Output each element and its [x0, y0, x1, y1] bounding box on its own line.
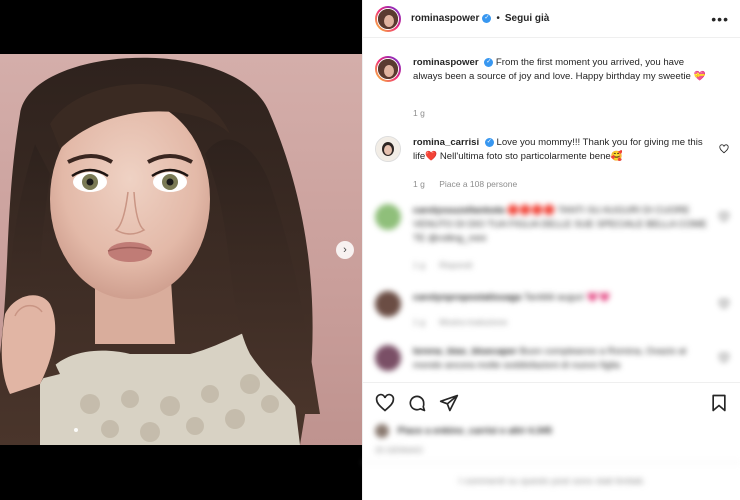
action-bar — [363, 382, 740, 422]
caption-meta: 1 g — [413, 108, 437, 118]
comment-username[interactable]: carolyssuzellantoda — [413, 205, 505, 216]
heart-icon[interactable] — [719, 299, 729, 309]
next-photo-button[interactable]: › — [336, 241, 354, 259]
verified-badge-icon: ✓ — [484, 137, 494, 147]
likes-text: Piace a enkino_carrisi e altri 4.345 — [397, 425, 552, 437]
liker-avatar — [375, 424, 389, 438]
comment-time: 1 g — [413, 260, 425, 270]
portrait-illustration — [0, 57, 320, 445]
post-sidebar: rominaspower ✓ • Segui già ••• rominaspo… — [362, 0, 740, 500]
commenter-avatar[interactable] — [375, 204, 401, 230]
comment-reply[interactable]: Rispondi — [439, 260, 472, 270]
comment-username[interactable]: lorena_bias_bluecaper — [413, 346, 517, 357]
avatar-image — [376, 137, 400, 161]
comment-item: carolyssuzellantoda 🔴🔴🔴🔴 TANTI SU AUGURI… — [375, 204, 729, 274]
comment-icon[interactable] — [407, 393, 427, 413]
post-date: 25 GENNAIO — [375, 446, 424, 455]
comment-meta: 1 g Rispondi — [413, 260, 484, 270]
chevron-right-icon: › — [343, 243, 347, 256]
author-username[interactable]: rominaspower — [411, 13, 479, 24]
comment-item: lorena_bias_bluecaper Buon compleanno a … — [375, 345, 729, 380]
comment-text: Tantiiiiii auguri 💗💗 — [523, 292, 611, 303]
comment-meta: 1 g Piace a 108 persone — [413, 179, 529, 189]
carousel-dot — [74, 428, 78, 432]
header-separator: • — [496, 13, 500, 24]
comment-body: romina_carrisi ✓ Love you mommy!!! Thank… — [413, 136, 713, 164]
comments-list[interactable]: rominaspower ✓ From the first moment you… — [363, 39, 740, 380]
comments-limited-notice: I commenti su questo post sono stati lim… — [363, 462, 740, 500]
heart-icon[interactable] — [719, 353, 729, 363]
commenter-avatar[interactable] — [375, 136, 401, 162]
more-horizontal-icon[interactable]: ••• — [711, 11, 729, 27]
post-caption: rominaspower ✓ From the first moment you… — [375, 56, 729, 126]
comment-meta: 1 g Mostra traduzione — [413, 317, 519, 327]
post-header: rominaspower ✓ • Segui già ••• — [363, 0, 740, 38]
avatar-image — [378, 8, 398, 29]
commenter-avatar[interactable] — [375, 345, 401, 371]
verified-badge-icon: ✓ — [482, 14, 492, 23]
comment-translate[interactable]: Mostra traduzione — [439, 317, 507, 327]
comment-time: 1 g — [413, 317, 425, 327]
commenter-avatar[interactable] — [375, 291, 401, 317]
comment-item: romina_carrisi ✓ Love you mommy!!! Thank… — [375, 136, 729, 196]
comment-body: carolyssuzellantoda 🔴🔴🔴🔴 TANTI SU AUGURI… — [413, 204, 713, 246]
comment-body: lorena_bias_bluecaper Buon compleanno a … — [413, 345, 713, 373]
instagram-post-modal: › rominaspower ✓ • Segui già ••• rominas… — [0, 0, 740, 500]
avatar-image — [378, 59, 398, 79]
comment-likes[interactable]: Piace a 108 persone — [439, 179, 517, 189]
heart-icon[interactable] — [719, 212, 729, 222]
caption-avatar[interactable] — [375, 56, 401, 82]
heart-icon[interactable] — [719, 144, 729, 154]
post-photo[interactable] — [0, 54, 362, 445]
comment-body: carolynpropostatissaga Tantiiiiii auguri… — [413, 291, 713, 305]
heart-icon[interactable] — [375, 393, 395, 413]
comment-username[interactable]: romina_carrisi — [413, 137, 479, 148]
likes-summary[interactable]: Piace a enkino_carrisi e altri 4.345 — [375, 424, 675, 440]
caption-body: rominaspower ✓ From the first moment you… — [413, 56, 713, 84]
comment-time: 1 g — [413, 179, 425, 189]
following-button[interactable]: Segui già — [505, 13, 549, 24]
verified-badge-icon: ✓ — [484, 57, 494, 67]
caption-username[interactable]: rominaspower — [413, 57, 479, 68]
comment-item: carolynpropostatissaga Tantiiiiii auguri… — [375, 291, 729, 331]
bookmark-icon[interactable] — [709, 393, 729, 413]
post-media: › — [0, 0, 362, 500]
paper-plane-icon[interactable] — [439, 393, 459, 413]
caption-time: 1 g — [413, 108, 425, 118]
comment-username[interactable]: carolynpropostatissaga — [413, 292, 521, 303]
author-avatar[interactable] — [375, 5, 401, 32]
